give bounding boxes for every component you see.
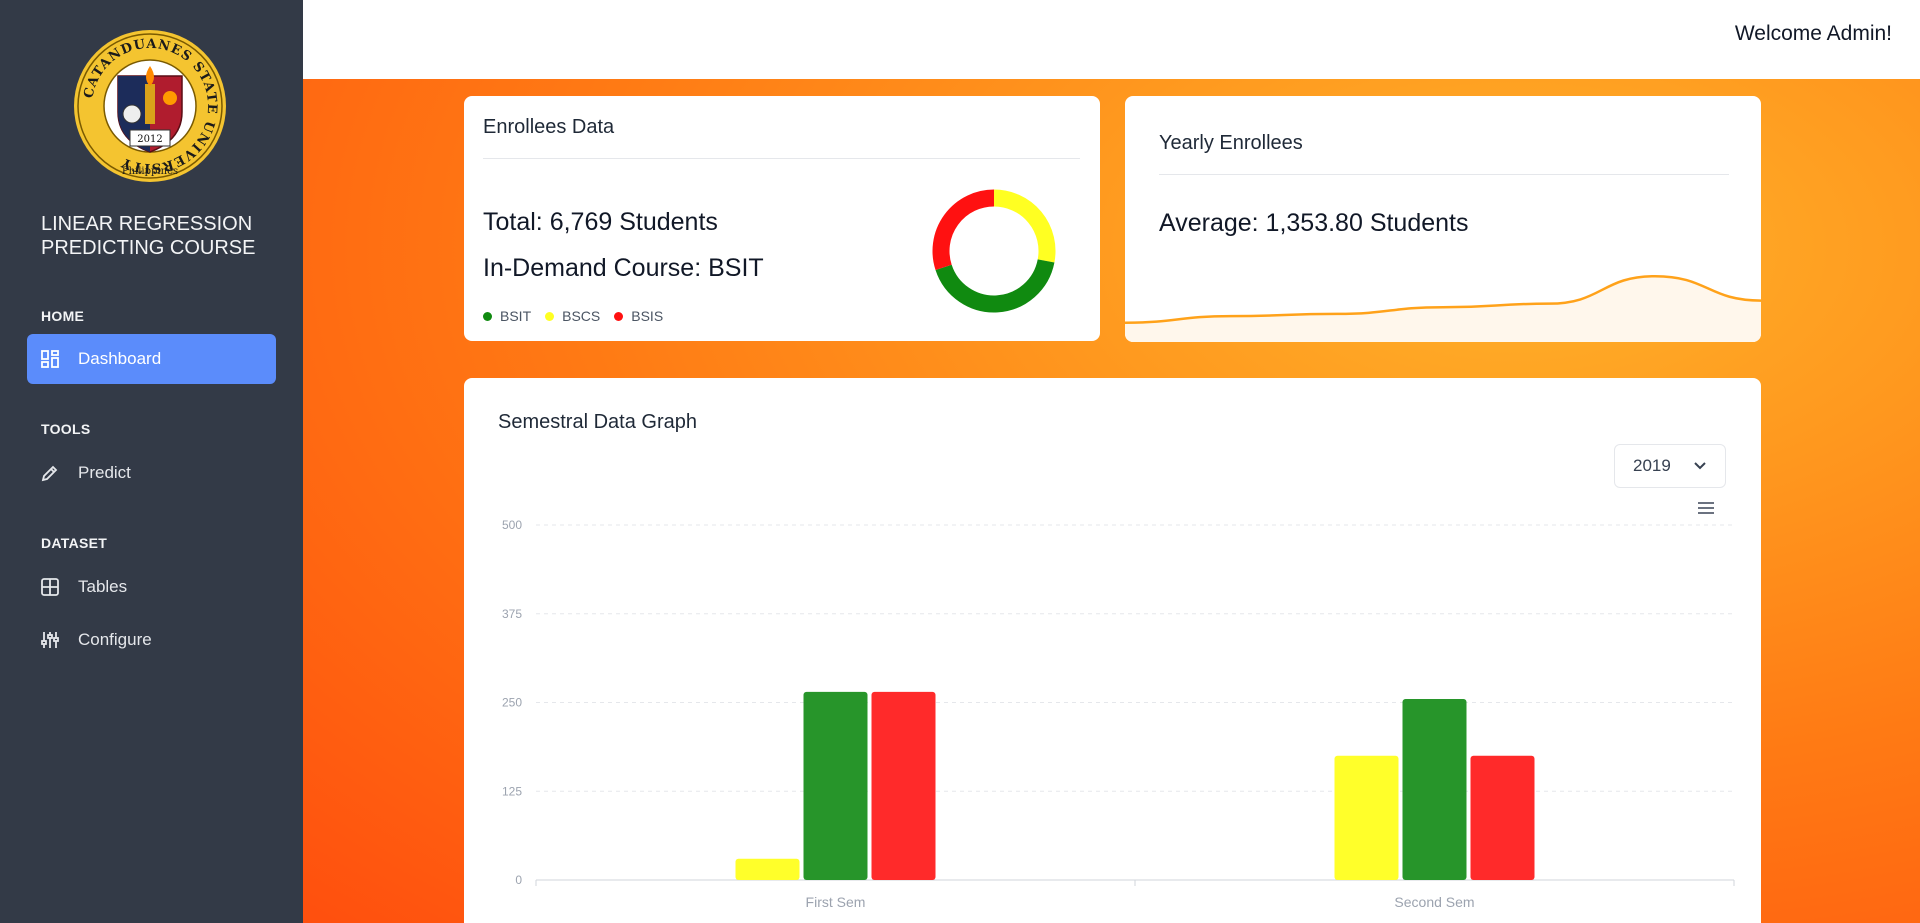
app-title-line2: PREDICTING COURSE [41, 237, 256, 259]
welcome-message: Welcome Admin! [1734, 22, 1892, 45]
svg-text:Philippines: Philippines [122, 166, 178, 177]
section-heading-dataset: DATASET [41, 535, 108, 551]
university-logo: CATANDUANES STATE UNIVERSITY 2012 Philip… [72, 28, 228, 184]
bar-bscs-1 [1334, 755, 1399, 880]
divider [1159, 174, 1729, 175]
svg-text:2012: 2012 [137, 134, 162, 145]
enrollees-card: Enrollees Data Total: 6,769 Students In-… [464, 96, 1100, 341]
enrollees-donut-chart [932, 189, 1056, 313]
sidebar: CATANDUANES STATE UNIVERSITY 2012 Philip… [0, 0, 303, 923]
year-select-value: 2019 [1633, 456, 1671, 475]
donut-slice-bscs [993, 189, 1056, 263]
donut-legend: BSIT BSCS BSIS [483, 308, 663, 324]
donut-slice-bsis [932, 189, 995, 270]
bar-bscs-0 [735, 858, 800, 880]
sidebar-item-label: Tables [78, 577, 128, 596]
sidebar-item-configure[interactable]: Configure [27, 615, 276, 665]
legend-item-bsit: BSIT [483, 308, 531, 324]
legend-dot [614, 311, 624, 321]
legend-label: BSIT [500, 308, 532, 324]
semestral-card: Semestral Data Graph 2019 0 125 250 375 500 F… [464, 378, 1761, 923]
bar-bsis-1 [1470, 755, 1535, 880]
y-tick-label: 125 [502, 784, 522, 798]
legend-label: BSCS [562, 308, 601, 324]
app-title: LINEAR REGRESSION PREDICTING COURSE [41, 212, 281, 260]
yearly-enrollees-card: Yearly Enrollees Average: 1,353.80 Stude… [1125, 96, 1761, 342]
semestral-bar-chart: 0 125 250 375 500 First Sem Second Sem [502, 518, 1735, 910]
card-title: Semestral Data Graph [498, 411, 697, 433]
legend-dot [483, 311, 492, 321]
bar-bsit-0 [803, 691, 868, 880]
legend-item-bscs: BSCS [545, 308, 600, 324]
sliders-icon [40, 630, 60, 650]
dashboard-content: Enrollees Data Total: 6,769 Students In-… [303, 79, 1920, 923]
card-title: Enrollees Data [483, 116, 615, 138]
section-heading-tools: TOOLS [41, 421, 91, 437]
yearly-enrollees-sparkline [1125, 274, 1761, 342]
chevron-down-icon [1693, 456, 1707, 476]
y-tick-label: 250 [502, 696, 522, 710]
sidebar-item-label: Predict [78, 463, 131, 482]
legend-item-bsis: BSIS [614, 308, 663, 324]
bar-bsis-0 [871, 691, 936, 880]
in-demand-course: In-Demand Course: BSIT [483, 254, 764, 282]
year-select[interactable]: 2019 [1614, 444, 1726, 488]
table-icon [40, 577, 60, 597]
average-students: Average: 1,353.80 Students [1159, 209, 1469, 237]
y-tick-label: 375 [502, 607, 522, 621]
sidebar-item-tables[interactable]: Tables [27, 562, 276, 612]
legend-label: BSIS [631, 308, 664, 324]
y-tick-label: 0 [515, 873, 522, 887]
bar-bsit-1 [1402, 698, 1467, 880]
sidebar-item-predict[interactable]: Predict [27, 448, 276, 498]
card-title: Yearly Enrollees [1159, 132, 1303, 154]
sidebar-item-dashboard[interactable]: Dashboard [27, 334, 276, 384]
total-students: Total: 6,769 Students [483, 208, 718, 236]
x-tick-label: Second Sem [1394, 894, 1474, 910]
legend-dot [545, 311, 555, 321]
dashboard-icon [40, 349, 60, 369]
top-bar: Welcome Admin! [303, 0, 1920, 79]
sparkline-area [1125, 276, 1761, 342]
pencil-icon [40, 463, 60, 483]
donut-slice-bsit [935, 259, 1055, 313]
x-tick-label: First Sem [806, 894, 866, 910]
y-tick-label: 500 [502, 518, 522, 532]
divider [483, 158, 1080, 159]
section-heading-home: HOME [41, 308, 85, 324]
sidebar-item-label: Configure [78, 630, 152, 649]
sidebar-item-label: Dashboard [78, 349, 162, 368]
app-title-line1: LINEAR REGRESSION [41, 213, 253, 235]
